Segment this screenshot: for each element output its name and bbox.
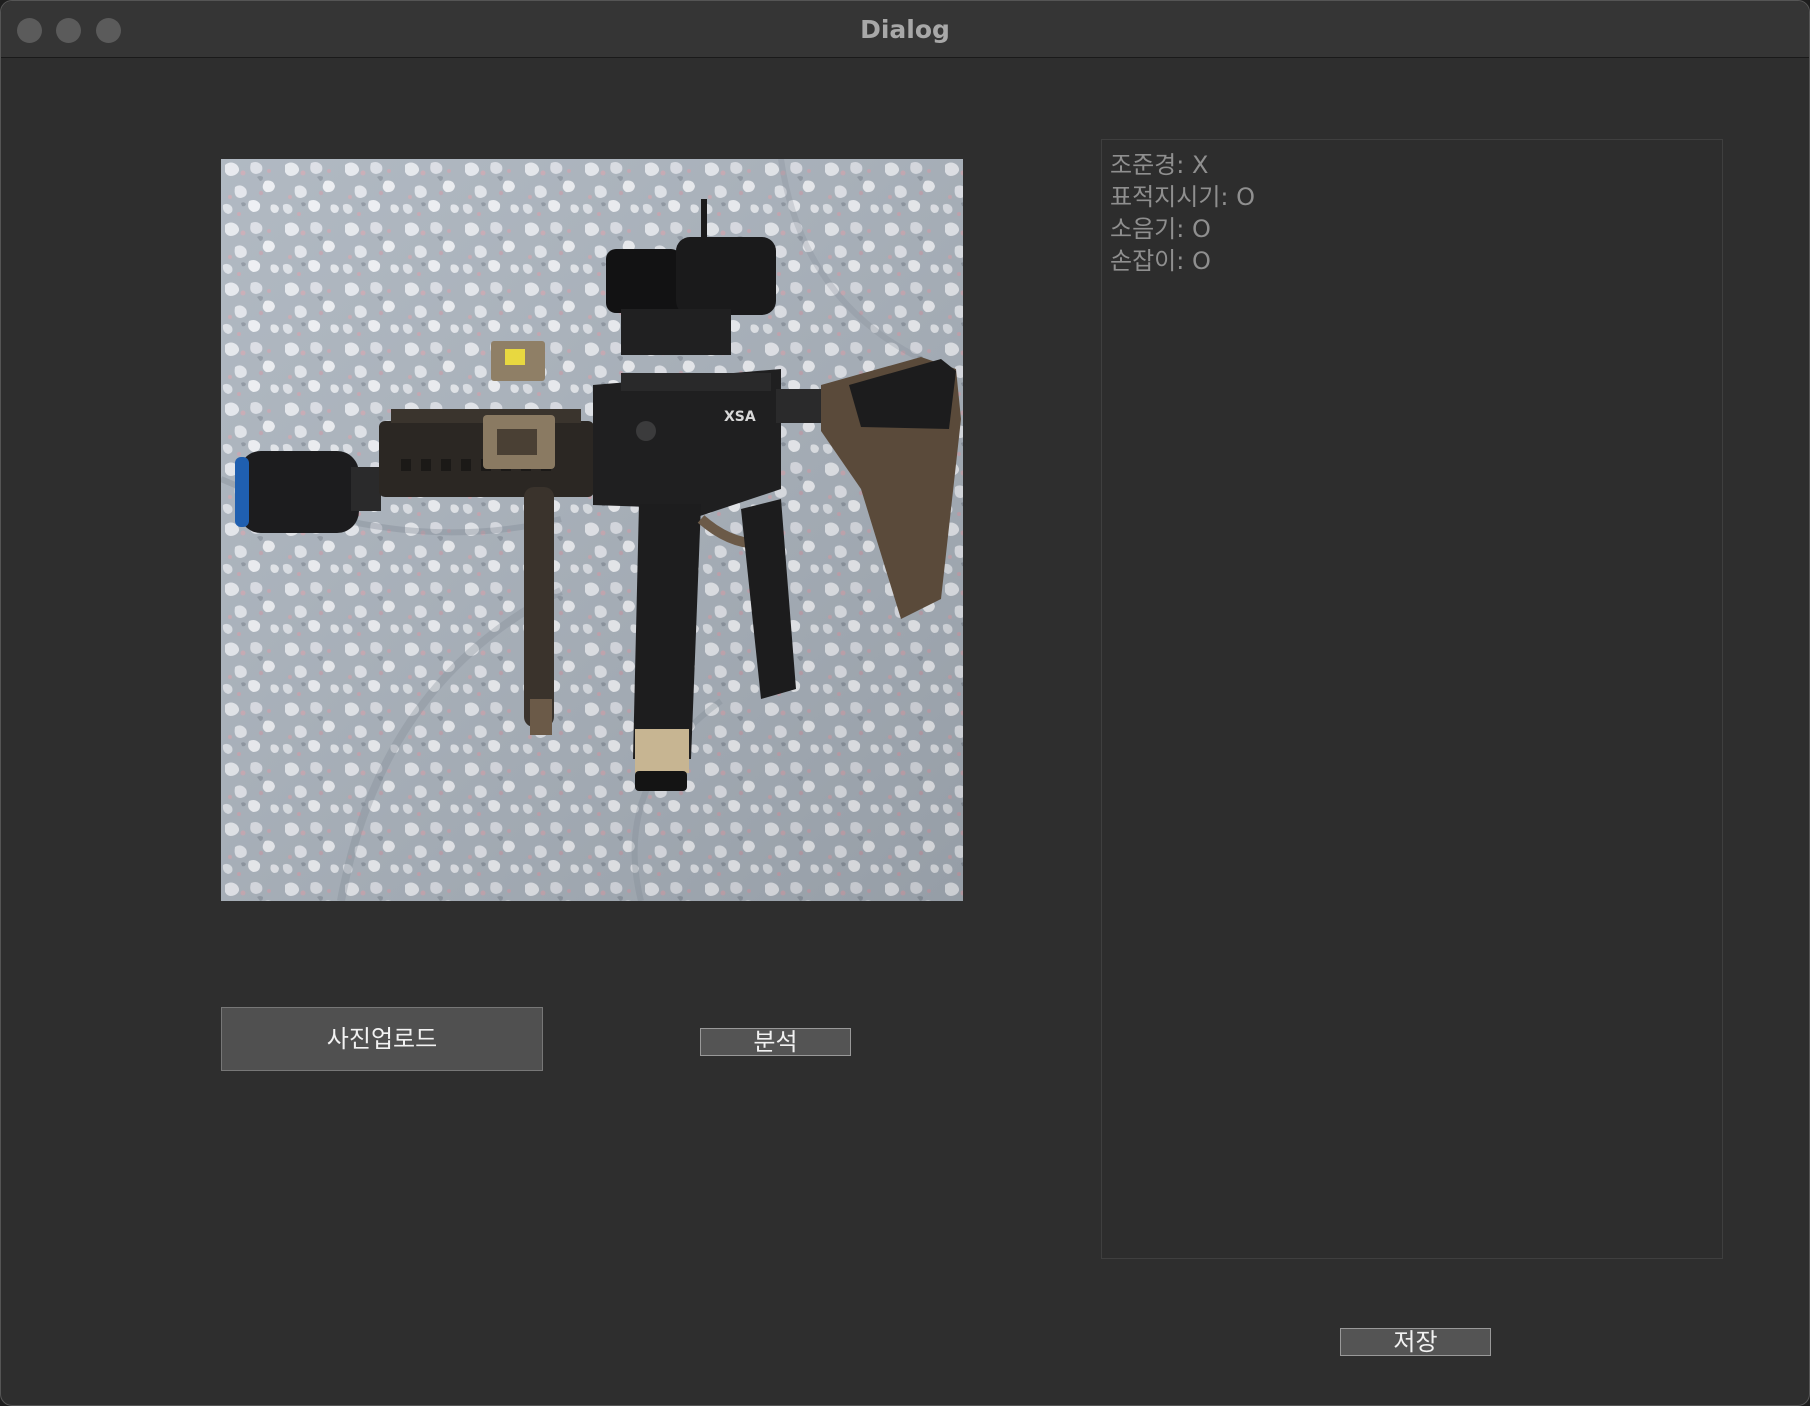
dialog-window: Dialog XSA 사진업로드 분석 저장 조준경: X 표적지시기: O 소… [0,0,1810,1406]
upload-photo-button[interactable]: 사진업로드 [221,1007,543,1071]
result-line-grip: 손잡이: O [1110,247,1211,275]
analysis-result-panel[interactable]: 조준경: X 표적지시기: O 소음기: O 손잡이: O [1101,139,1723,1259]
analyze-button[interactable]: 분석 [700,1028,851,1056]
title-bar[interactable]: Dialog [1,1,1809,58]
window-title: Dialog [860,15,950,44]
svg-text:XSA: XSA [724,409,756,425]
save-button[interactable]: 저장 [1340,1328,1491,1356]
result-line-scope: 조준경: X [1110,151,1209,179]
result-line-suppressor: 소음기: O [1110,215,1211,243]
rifle-photo-image: XSA [221,159,963,901]
uploaded-photo-preview: XSA [221,159,963,901]
result-line-target-designator: 표적지시기: O [1110,183,1256,211]
